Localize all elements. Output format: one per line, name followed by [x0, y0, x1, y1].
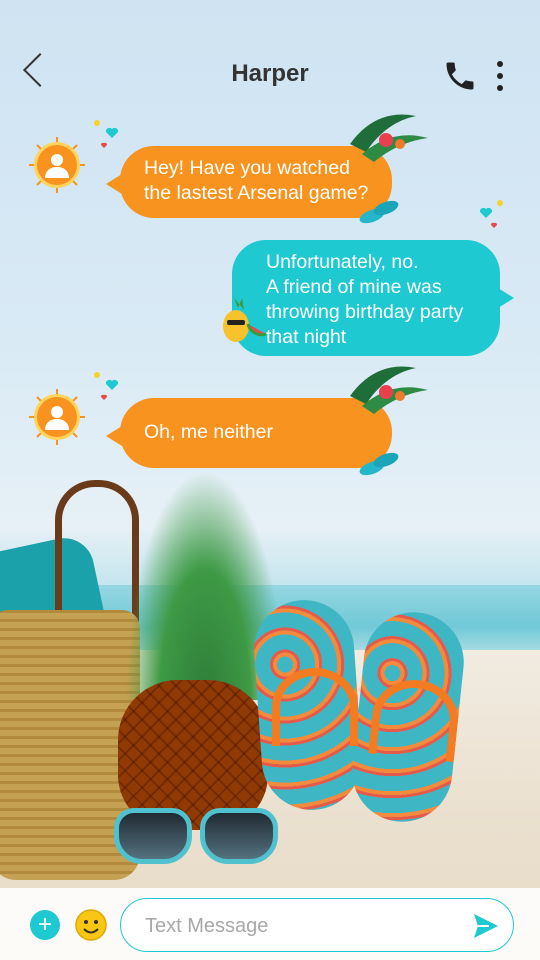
- message-input-container: [120, 898, 514, 952]
- sunglasses: [112, 808, 278, 868]
- flipflop-sticker-icon: [359, 452, 399, 476]
- message-bubble-outgoing[interactable]: Unfortunately, no. A friend of mine was …: [232, 240, 514, 356]
- message-text: A friend of mine was: [266, 276, 442, 298]
- message-text: Oh, me neither: [144, 421, 273, 443]
- plus-icon[interactable]: +: [30, 910, 60, 940]
- message-text: Hey! Have you watched: [144, 157, 350, 179]
- pineapple-sticker-icon: [223, 298, 267, 342]
- flipflop-sticker-icon: [359, 200, 399, 224]
- more-vertical-icon[interactable]: [488, 58, 512, 94]
- avatar[interactable]: [37, 397, 77, 437]
- message-text: that night: [266, 326, 347, 348]
- phone-icon[interactable]: [442, 58, 478, 94]
- avatar[interactable]: [37, 145, 77, 185]
- flipflop-strap: [272, 668, 358, 746]
- hearts-icon: [94, 120, 119, 148]
- hearts-icon: [479, 200, 503, 228]
- message-text: throwing birthday party: [266, 301, 464, 323]
- message-text: the lastest Arsenal game?: [144, 182, 369, 204]
- message-text: Unfortunately, no.: [266, 251, 419, 273]
- hearts-icon: [94, 372, 119, 400]
- chat-header: Harper: [0, 40, 540, 110]
- message-input[interactable]: [143, 911, 467, 941]
- smiley-icon[interactable]: [74, 908, 108, 942]
- composer-bar: +: [0, 888, 540, 960]
- palm-leaf-icon: [350, 114, 428, 162]
- send-icon[interactable]: [471, 911, 501, 941]
- palm-leaf-icon: [350, 366, 428, 414]
